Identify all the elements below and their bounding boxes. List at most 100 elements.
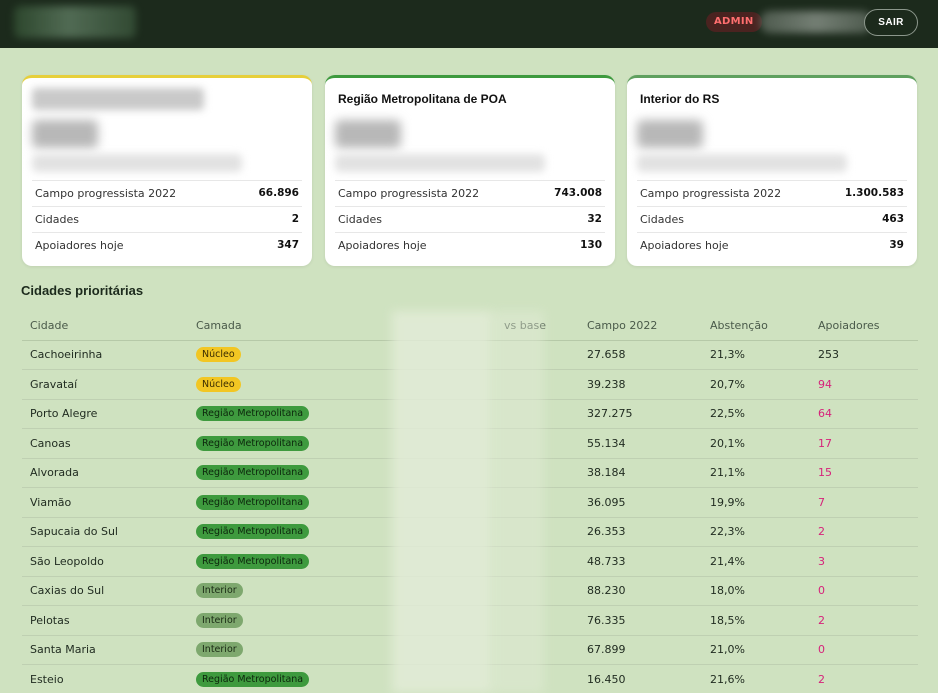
camada-badge: Núcleo — [196, 376, 241, 392]
cell-campo: 48.733 — [579, 546, 702, 577]
stat-label: Apoiadores hoje — [338, 239, 427, 252]
admin-badge: ADMIN — [706, 12, 762, 32]
camada-badge: Interior — [196, 642, 243, 658]
logout-button[interactable]: SAIR — [864, 9, 918, 36]
cell-camada: Interior — [188, 576, 390, 606]
cell-campo: 39.238 — [579, 369, 702, 400]
cell-apoiadores: 94 — [810, 369, 918, 400]
summary-card-nucleo: Campo progressista 2022 66.896 Cidades 2… — [22, 75, 312, 266]
cell-cidade: Gravataí — [22, 369, 188, 400]
summary-card-metropolitana: Região Metropolitana de POA Campo progre… — [325, 75, 615, 266]
top-bar: ADMIN SAIR — [0, 0, 938, 48]
cell-apoiadores: 7 — [810, 487, 918, 518]
cell-abstencao: 19,9% — [702, 487, 810, 518]
cell-campo: 327.275 — [579, 399, 702, 429]
cell-abstencao: 21,0% — [702, 635, 810, 665]
camada-badge: Região Metropolitana — [196, 494, 310, 510]
cell-apoiadores: 253 — [810, 340, 918, 370]
cell-apoiadores: 2 — [810, 517, 918, 547]
user-name — [760, 11, 872, 33]
stat-value: 463 — [882, 213, 904, 225]
stat-value: 130 — [580, 239, 602, 251]
stat-row-cidades: Cidades 32 — [335, 206, 605, 232]
camada-badge: Região Metropolitana — [196, 406, 310, 422]
column-header-apoiadores[interactable]: Apoiadores — [810, 311, 918, 341]
cell-apoiadores: 2 — [810, 605, 918, 636]
cell-apoiadores: 2 — [810, 664, 918, 693]
column-header-campo[interactable]: Campo 2022 — [579, 311, 702, 341]
stat-row-apoiadores: Apoiadores hoje 39 — [637, 232, 907, 258]
camada-badge: Interior — [196, 583, 243, 599]
section-title: Cidades prioritárias — [21, 283, 144, 298]
stat-value: 743.008 — [554, 187, 602, 199]
stat-value: 2 — [291, 213, 299, 225]
camada-badge: Região Metropolitana — [196, 435, 310, 451]
cell-camada: Região Metropolitana — [188, 399, 390, 429]
camada-badge: Região Metropolitana — [196, 465, 310, 481]
cell-cidade: Sapucaia do Sul — [22, 517, 188, 547]
cell-cidade: Porto Alegre — [22, 399, 188, 429]
column-header-cidade[interactable]: Cidade — [22, 311, 188, 341]
card-main-value — [32, 120, 98, 148]
cell-cidade: São Leopoldo — [22, 546, 188, 577]
cell-cidade: Santa Maria — [22, 635, 188, 665]
cell-apoiadores: 64 — [810, 399, 918, 429]
column-header-camada[interactable]: Camada — [188, 311, 390, 341]
cell-camada: Região Metropolitana — [188, 664, 390, 693]
stat-value: 66.896 — [258, 187, 299, 199]
stat-label: Campo progressista 2022 — [640, 187, 782, 200]
cell-cidade: Canoas — [22, 428, 188, 459]
cell-apoiadores: 0 — [810, 635, 918, 665]
column-header-abstencao[interactable]: Abstenção — [702, 311, 810, 341]
cell-abstencao: 18,5% — [702, 605, 810, 636]
stat-label: Apoiadores hoje — [35, 239, 124, 252]
stat-row-apoiadores: Apoiadores hoje 130 — [335, 232, 605, 258]
cell-campo: 55.134 — [579, 428, 702, 459]
stat-row-cidades: Cidades 463 — [637, 206, 907, 232]
cell-campo: 88.230 — [579, 576, 702, 606]
stat-row-campo: Campo progressista 2022 66.896 — [32, 180, 302, 206]
stat-label: Campo progressista 2022 — [338, 187, 480, 200]
stat-value: 32 — [587, 213, 602, 225]
camada-badge: Interior — [196, 612, 243, 628]
blurred-column — [392, 311, 492, 693]
stat-row-campo: Campo progressista 2022 1.300.583 — [637, 180, 907, 206]
stat-value: 39 — [889, 239, 904, 251]
cell-cidade: Alvorada — [22, 458, 188, 488]
cell-camada: Núcleo — [188, 340, 390, 370]
blurred-vs-base-values — [492, 311, 544, 693]
cell-apoiadores: 0 — [810, 576, 918, 606]
cell-camada: Região Metropolitana — [188, 546, 390, 577]
cell-cidade: Pelotas — [22, 605, 188, 636]
card-main-value — [335, 120, 401, 148]
stat-row-campo: Campo progressista 2022 743.008 — [335, 180, 605, 206]
stat-label: Campo progressista 2022 — [35, 187, 177, 200]
stat-label: Cidades — [35, 213, 79, 226]
cell-camada: Região Metropolitana — [188, 428, 390, 459]
stat-value: 1.300.583 — [844, 187, 904, 199]
cell-campo: 38.184 — [579, 458, 702, 488]
cell-campo: 36.095 — [579, 487, 702, 518]
cell-abstencao: 21,4% — [702, 546, 810, 577]
cell-campo: 16.450 — [579, 664, 702, 693]
cell-campo: 26.353 — [579, 517, 702, 547]
cell-abstencao: 20,1% — [702, 428, 810, 459]
cell-cidade: Cachoeirinha — [22, 340, 188, 370]
cell-apoiadores: 17 — [810, 428, 918, 459]
camada-badge: Núcleo — [196, 347, 241, 363]
card-subtitle — [637, 154, 847, 172]
app-logo[interactable] — [14, 6, 136, 38]
cell-abstencao: 21,3% — [702, 340, 810, 370]
cell-abstencao: 22,3% — [702, 517, 810, 547]
card-subtitle — [32, 154, 242, 172]
cell-cidade: Esteio — [22, 664, 188, 693]
summary-card-interior: Interior do RS Campo progressista 2022 1… — [627, 75, 917, 266]
cell-camada: Núcleo — [188, 369, 390, 400]
cell-abstencao: 20,7% — [702, 369, 810, 400]
cell-camada: Interior — [188, 605, 390, 636]
card-subtitle — [335, 154, 545, 172]
cell-abstencao: 21,6% — [702, 664, 810, 693]
cell-campo: 76.335 — [579, 605, 702, 636]
cell-abstencao: 18,0% — [702, 576, 810, 606]
stat-value: 347 — [277, 239, 299, 251]
